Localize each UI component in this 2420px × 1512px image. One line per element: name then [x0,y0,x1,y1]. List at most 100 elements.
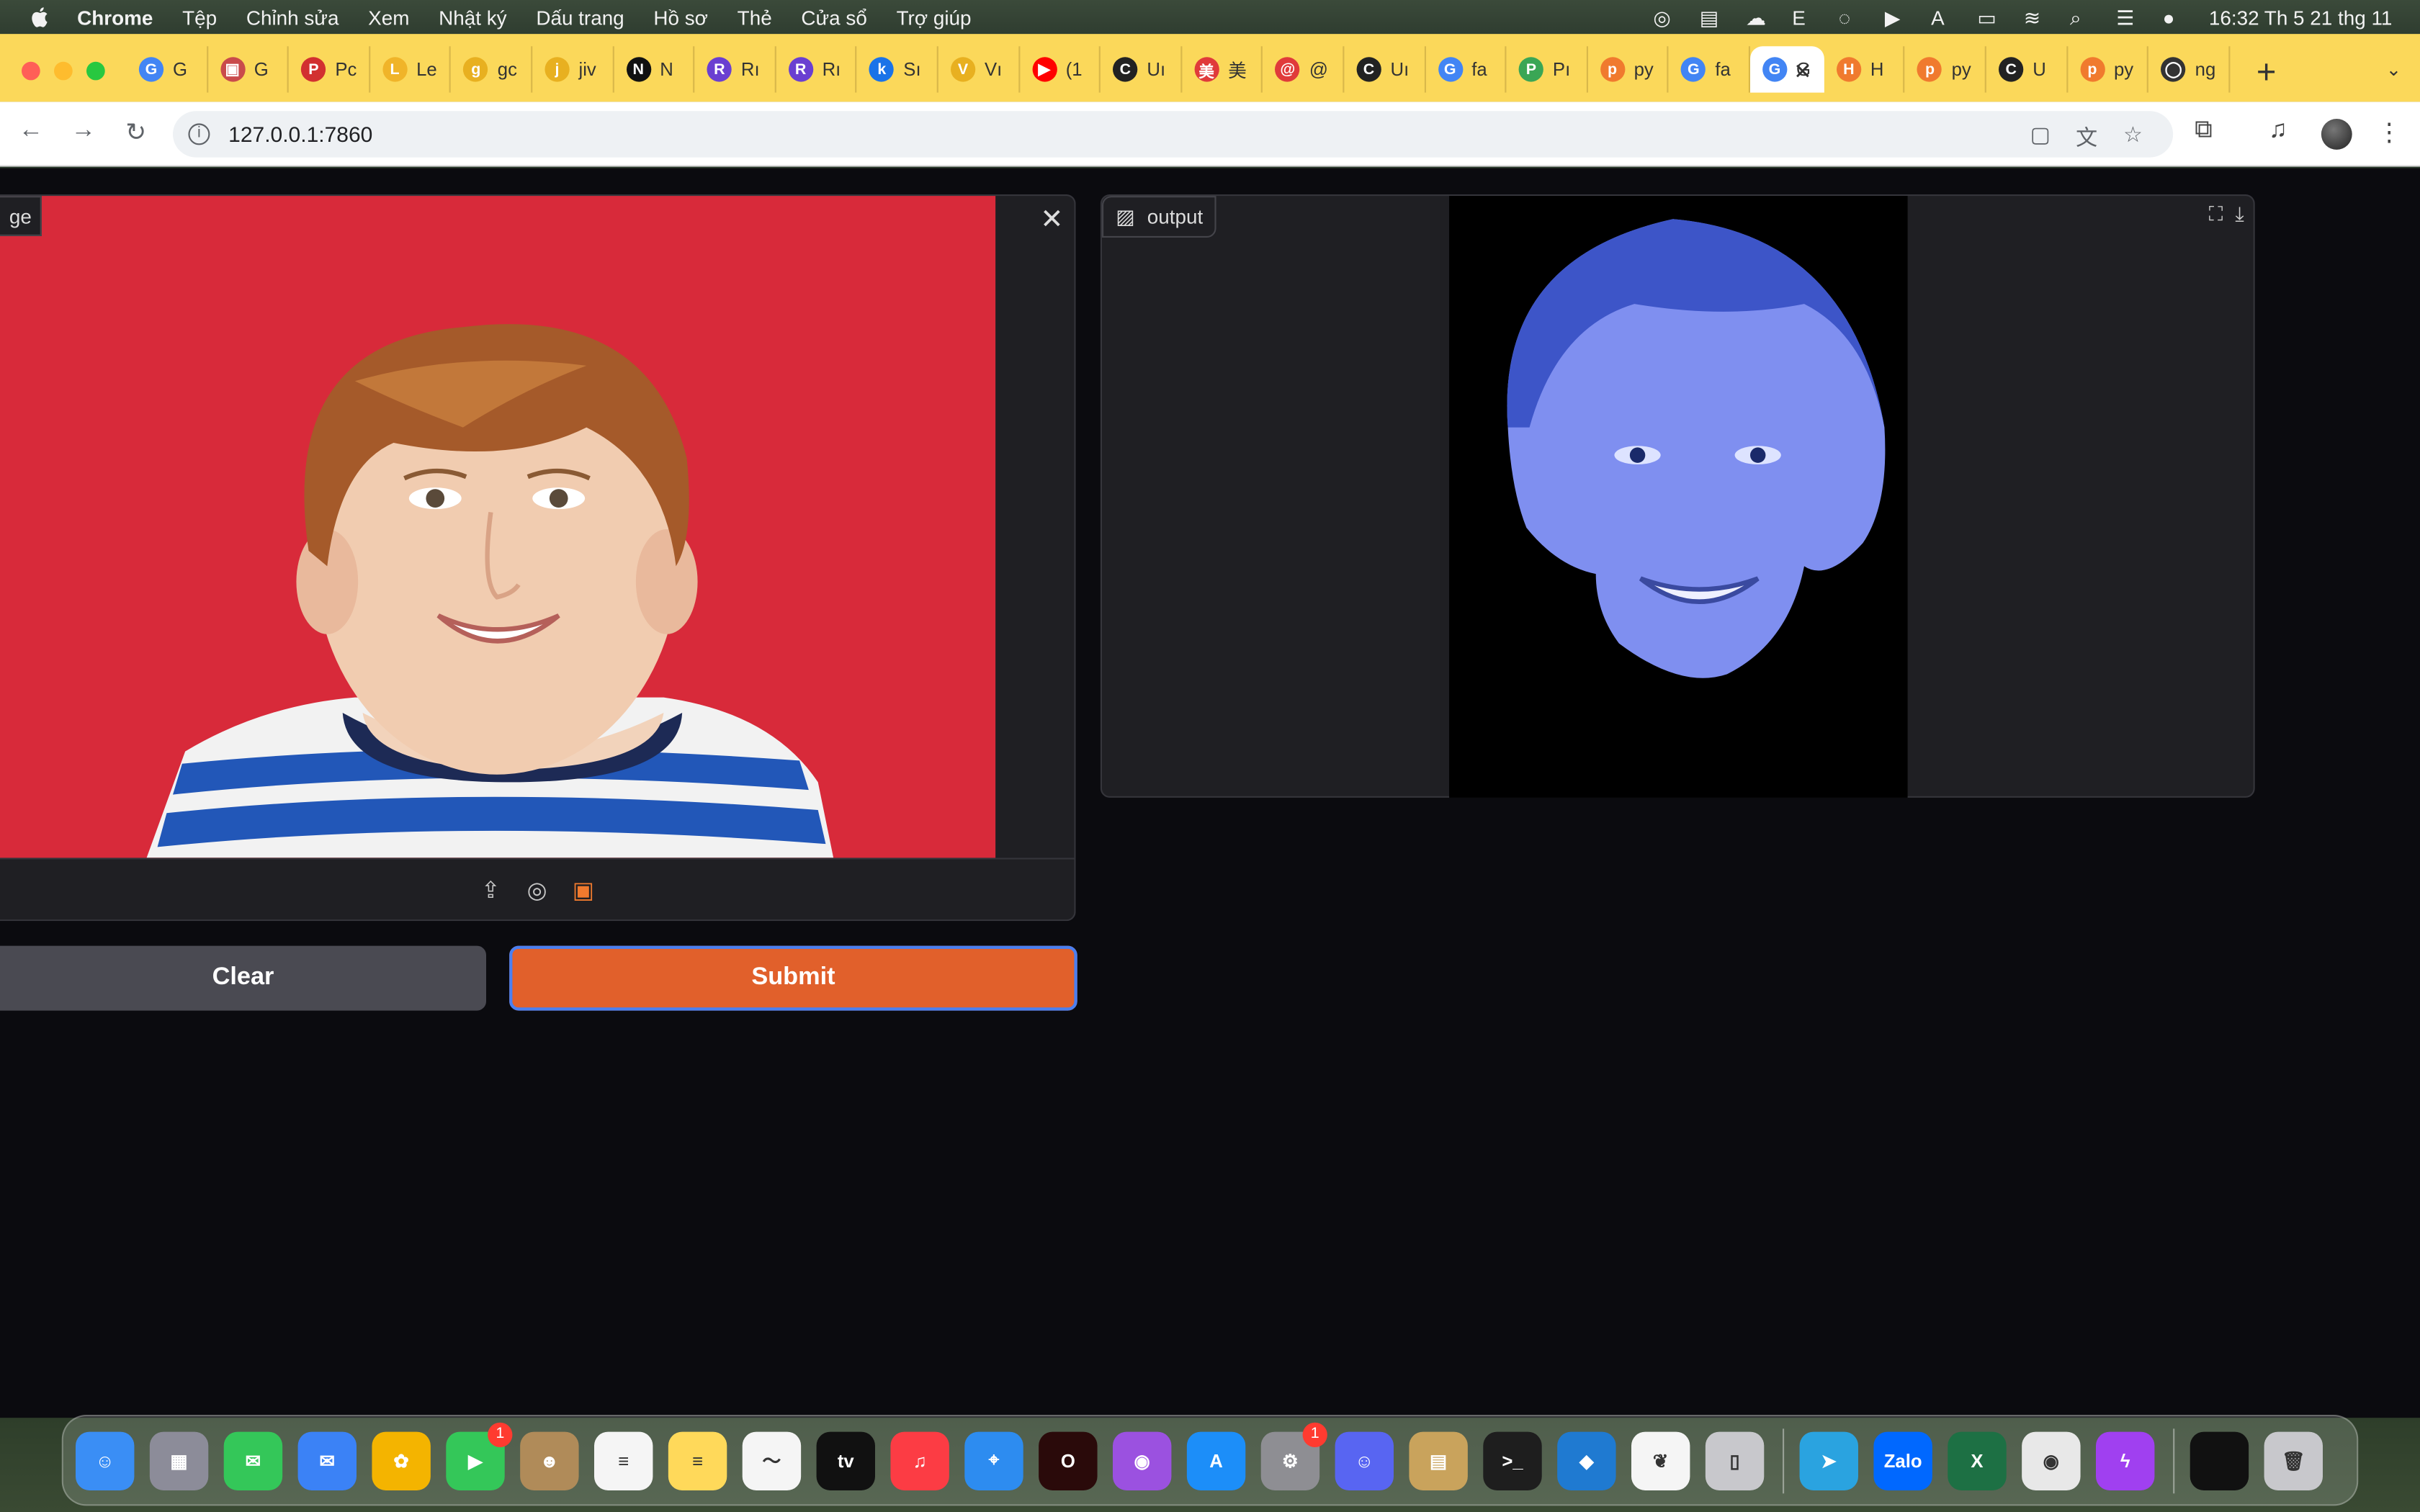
dock-app-tv[interactable]: tv [816,1431,875,1490]
download-icon[interactable]: ⤓ [2235,202,2244,227]
menu-bookmarks[interactable]: Dấu trang [536,6,624,29]
profile-avatar[interactable] [2321,119,2352,150]
dock-app-discord[interactable]: ☺ [1335,1431,1394,1490]
close-window-button[interactable] [22,61,40,81]
browser-tab[interactable]: ▣ G [207,46,290,93]
browser-tab[interactable]: P Pı [1507,46,1588,93]
dock-app-photos[interactable]: ✿ [372,1431,431,1490]
dock-app-iphone-mirroring[interactable]: ▯ [1705,1431,1765,1490]
browser-tab[interactable]: C Uı [1344,46,1425,93]
browser-tab[interactable]: L Le [370,46,452,93]
dock-app-podcasts[interactable]: ◉ [1113,1431,1172,1490]
dock-app-terminal[interactable]: >_ [1483,1431,1542,1490]
menu-file[interactable]: Tệp [182,6,217,29]
dock-app-freeform[interactable]: 〜 [742,1431,802,1490]
submit-button[interactable]: Submit [509,945,1077,1011]
play-icon[interactable]: ▶ [1885,6,1909,30]
dock-app-messages[interactable]: ✉ [223,1431,283,1490]
browser-tab[interactable]: g gc [452,46,533,93]
clear-button[interactable]: Clear [0,945,486,1011]
dock-app-excel[interactable]: X [1948,1431,2007,1490]
dock-app-recent-window[interactable] [2190,1431,2249,1490]
siri-icon[interactable]: ● [2163,6,2187,30]
apple-icon[interactable] [28,4,53,29]
dock-app-archive-utility[interactable]: ▤ [1409,1431,1468,1490]
dock-app-facetime[interactable]: ▶ 1 [446,1421,513,1490]
dock-app-contacts[interactable]: ☻ [520,1431,579,1490]
browser-tab[interactable]: Gfa [1425,46,1507,93]
menu-tab[interactable]: Thẻ [738,6,772,29]
forward-arrow-icon[interactable]: → [68,117,99,145]
cloud-icon[interactable]: ☁ [1746,6,1770,30]
spotlight-search-icon[interactable]: ⌕ [2070,6,2094,30]
browser-tab[interactable]: GG [127,46,208,93]
dock-app-opera[interactable]: O [1039,1431,1098,1490]
menu-window[interactable]: Cửa sổ [801,6,866,29]
menu-edit[interactable]: Chỉnh sửa [246,6,339,29]
browser-tab[interactable]: C Uı [1101,46,1182,93]
clipboard-icon[interactable]: ▢ [2028,122,2053,146]
dock-app-finder[interactable]: ☺ [76,1431,135,1490]
address-url[interactable]: 127.0.0.1:7860 [228,122,372,146]
maximize-window-button[interactable] [86,61,105,81]
browser-tab[interactable]: j jiv [532,46,614,93]
upload-icon[interactable]: ⇪ [477,877,505,905]
media-controls-icon[interactable]: ♫ [2269,117,2287,145]
more-menu-icon[interactable]: ⋮ [2377,117,2401,148]
battery-icon[interactable]: ▭ [1977,6,2002,30]
dock-app-mail[interactable]: ✉ [297,1431,357,1490]
dock-app-safari[interactable]: ⌖ [964,1431,1023,1490]
browser-tab[interactable]: P Pc [289,46,370,93]
dock-app-messenger[interactable]: ϟ [2096,1431,2155,1490]
menu-help[interactable]: Trợ giúp [897,6,972,29]
menu-profiles[interactable]: Hồ sơ [653,6,708,29]
dock-app-system-settings[interactable]: ⚙ 1 [1260,1421,1327,1490]
dock-app-trash[interactable]: 🗑 [2264,1431,2323,1490]
browser-tab[interactable]: ◯ ng [2148,46,2231,93]
tab-search-chevron-icon[interactable]: ⌄ [2386,58,2402,80]
control-center-icon[interactable]: ☰ [2116,6,2141,30]
site-info-icon[interactable]: i [188,123,210,145]
dock-app-app-store[interactable]: A [1186,1431,1246,1490]
dock-app-notes[interactable]: ≡ [668,1431,727,1490]
translate-icon[interactable]: 文 [2074,122,2099,150]
dock-app-launchpad[interactable]: ▦ [149,1431,209,1490]
browser-tab[interactable]: V Vı [938,46,1020,93]
browser-tab[interactable]: k Sı [857,46,938,93]
input-source-icon[interactable]: A [1931,6,1955,30]
archive-status-icon[interactable]: ▤ [1700,6,1724,30]
dock-app-telegram[interactable]: ➤ [1799,1431,1858,1490]
browser-tab[interactable]: G G ✕ [1749,46,1824,93]
reload-icon[interactable]: ↻ [120,117,151,148]
browser-tab[interactable]: Gfa [1669,46,1750,93]
browser-tab[interactable]: @ @ [1263,46,1345,93]
browser-tab[interactable]: NN [614,46,695,93]
browser-tab[interactable]: R Rı [776,46,858,93]
input-image[interactable] [0,196,996,858]
clear-image-close-icon[interactable]: ✕ [1040,204,1063,236]
wifi-icon[interactable]: ≋ [2024,6,2048,30]
dock-app-mongodb-compass[interactable]: ❦ [1631,1431,1690,1490]
browser-tab[interactable]: p py [2068,46,2149,93]
menu-view[interactable]: Xem [368,6,409,29]
fullscreen-icon[interactable]: ⛶ [2209,202,2223,227]
back-arrow-icon[interactable]: ← [15,117,46,145]
browser-tab[interactable]: CU [1986,46,2068,93]
browser-tab[interactable]: ▶ (1 [1019,46,1101,93]
e-status-icon[interactable]: E [1792,6,1816,30]
browser-tab[interactable]: HH [1824,46,1906,93]
browser-tab[interactable]: R Rı [695,46,776,93]
dock-app-vs-code[interactable]: ◆ [1557,1431,1616,1490]
browser-tab[interactable]: 美美 [1182,46,1263,93]
close-tab-icon[interactable]: ✕ [1793,58,1811,84]
menu-app-name[interactable]: Chrome [77,6,153,29]
dock-app-music[interactable]: ♫ [890,1431,949,1490]
minimize-window-button[interactable] [54,61,73,81]
output-image[interactable] [1449,196,1908,798]
dock-app-zalo[interactable]: Zalo [1873,1431,1932,1490]
menubar-clock[interactable]: 16:32 Th 5 21 thg 11 [2209,6,2393,29]
clipboard-paste-icon[interactable]: ▣ [570,877,598,905]
copilot-icon[interactable]: ◌ [1839,6,1863,30]
extensions-puzzle-icon[interactable]: ⧉ [2195,117,2213,145]
creative-cloud-icon[interactable]: ◎ [1653,6,1677,30]
